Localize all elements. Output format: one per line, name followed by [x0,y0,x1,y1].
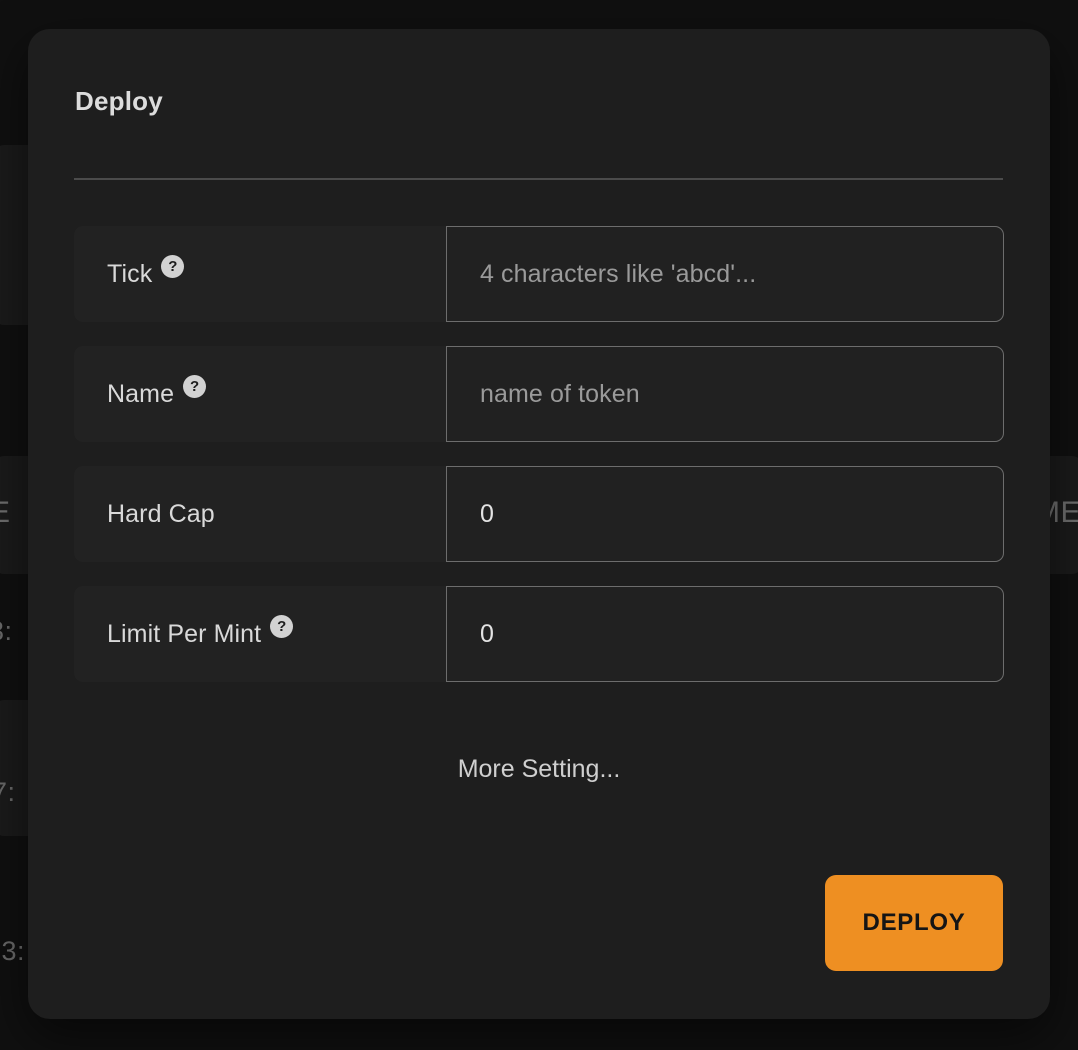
tick-input-placeholder: 4 characters like 'abcd'... [480,260,756,289]
limit-per-mint-input[interactable]: 0 [446,586,1004,682]
tick-input[interactable]: 4 characters like 'abcd'... [446,226,1004,322]
background-text-fragment: E [0,496,11,530]
field-label-hard-cap: Hard Cap [74,466,446,562]
field-label-name: Name ? [74,346,446,442]
background-text-fragment: 7: [0,777,16,808]
field-label-text: Tick [107,260,152,289]
form-row-limit-per-mint: Limit Per Mint ? 0 [74,586,1004,682]
modal-title: Deploy [75,86,163,117]
background-text-fragment: 3: [0,616,13,647]
hard-cap-input-value: 0 [480,500,494,529]
header-divider [74,178,1003,180]
name-input-placeholder: name of token [480,380,640,409]
help-icon[interactable]: ? [270,615,293,638]
field-label-text: Hard Cap [107,500,215,529]
more-setting-link[interactable]: More Setting... [28,755,1050,784]
deploy-form: Tick ? 4 characters like 'abcd'... Name … [74,226,1004,706]
field-label-tick: Tick ? [74,226,446,322]
deploy-modal: Deploy Tick ? 4 characters like 'abcd'..… [28,29,1050,1019]
name-input[interactable]: name of token [446,346,1004,442]
field-label-limit-per-mint: Limit Per Mint ? [74,586,446,682]
help-icon[interactable]: ? [161,255,184,278]
field-label-text: Limit Per Mint [107,620,261,649]
hard-cap-input[interactable]: 0 [446,466,1004,562]
deploy-button[interactable]: DEPLOY [825,875,1003,971]
field-label-text: Name [107,380,174,409]
background-text-fragment: 23: [0,936,25,967]
limit-per-mint-input-value: 0 [480,620,494,649]
form-row-hard-cap: Hard Cap 0 [74,466,1004,562]
help-icon[interactable]: ? [183,375,206,398]
form-row-tick: Tick ? 4 characters like 'abcd'... [74,226,1004,322]
form-row-name: Name ? name of token [74,346,1004,442]
